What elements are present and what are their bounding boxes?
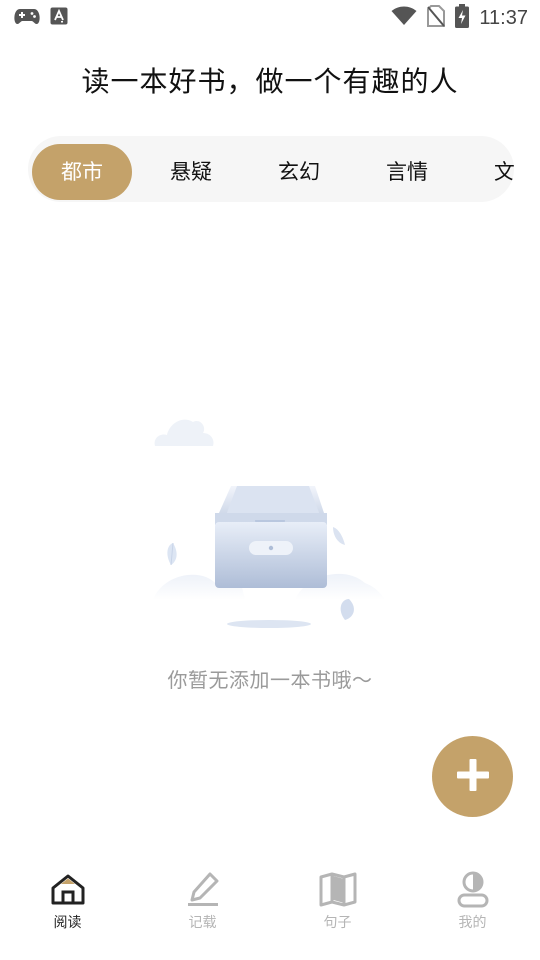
pencil-icon <box>182 868 224 910</box>
nav-item-profile[interactable]: 我的 <box>405 871 540 960</box>
page-headline: 读一本好书，做一个有趣的人 <box>81 65 459 98</box>
nav-item-notes[interactable]: 记载 <box>135 872 270 960</box>
font-a-icon <box>50 7 68 29</box>
app-screen: 11:37 读一本好书，做一个有趣的人 都市 悬疑 玄幻 言情 文 你暂无添加一… <box>0 0 540 960</box>
nav-label-sentences: 句子 <box>323 915 352 931</box>
home-icon <box>47 868 89 910</box>
empty-box-illustration <box>145 405 395 635</box>
tab-category-3[interactable]: 言情 <box>357 144 457 200</box>
bottom-navigation: 阅读 记载 句子 我的 <box>0 871 540 960</box>
empty-state-message: 你暂无添加一本书哦～ <box>167 668 373 692</box>
battery-charging-icon <box>455 4 470 32</box>
map-book-icon <box>317 868 359 910</box>
nav-label-profile: 我的 <box>458 915 487 931</box>
nav-label-read: 阅读 <box>53 915 82 931</box>
add-book-button[interactable] <box>432 736 513 817</box>
status-left-icons <box>14 7 68 29</box>
status-bar: 11:37 <box>0 0 540 36</box>
status-time: 11:37 <box>479 6 528 29</box>
nav-item-read[interactable]: 阅读 <box>0 872 135 960</box>
nav-item-sentences[interactable]: 句子 <box>270 872 405 960</box>
tab-category-2[interactable]: 玄幻 <box>249 144 349 200</box>
no-sim-icon <box>427 5 446 31</box>
wifi-icon <box>391 6 417 30</box>
tab-category-0[interactable]: 都市 <box>32 144 132 200</box>
profile-icon <box>452 868 494 910</box>
status-right-icons: 11:37 <box>391 4 528 32</box>
category-tabs: 都市 悬疑 玄幻 言情 文 <box>28 136 514 202</box>
tab-category-4[interactable]: 文 <box>465 144 514 200</box>
plus-icon <box>456 758 489 795</box>
gamepad-icon <box>14 7 40 29</box>
nav-label-notes: 记载 <box>188 915 217 931</box>
cloud-icon <box>154 419 214 446</box>
tab-category-1[interactable]: 悬疑 <box>141 144 241 200</box>
